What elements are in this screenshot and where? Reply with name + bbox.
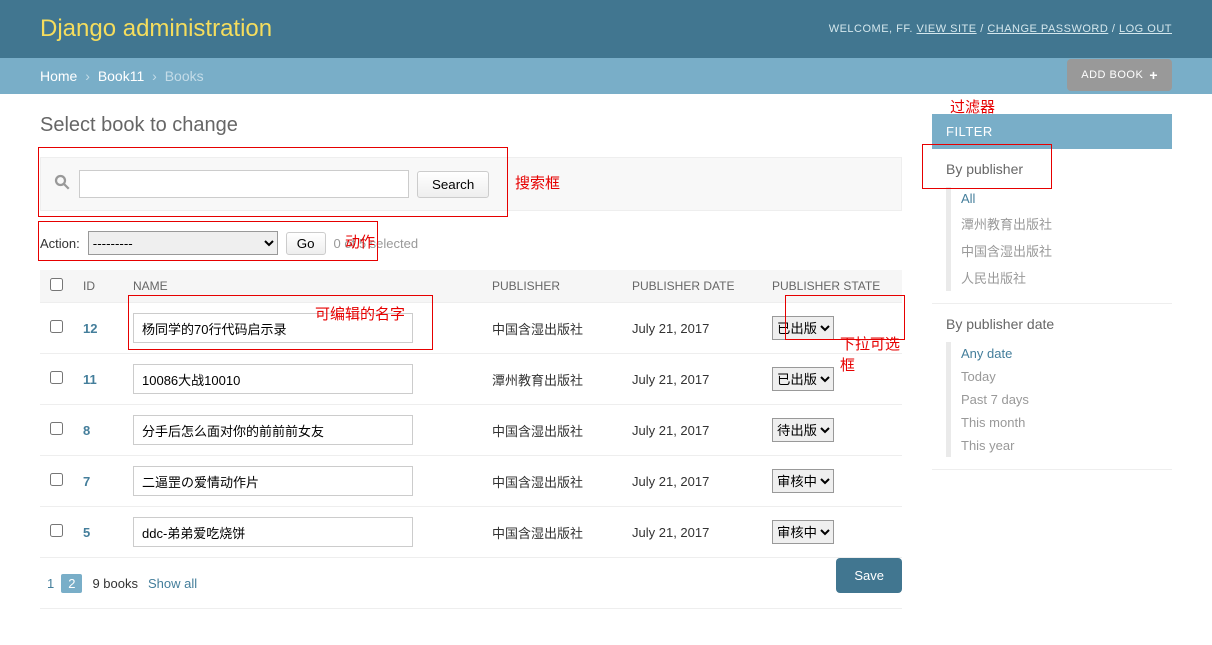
page-title: Select book to change: [40, 114, 902, 137]
actions-row: Action: --------- Go 0 of 5 selected: [40, 231, 902, 255]
date-cell: July 21, 2017: [622, 507, 762, 558]
col-state[interactable]: PUBLISHER STATE: [762, 270, 902, 303]
row-checkbox[interactable]: [50, 473, 63, 486]
welcome-text: WELCOME, FF.: [829, 23, 913, 35]
show-all-link[interactable]: Show all: [148, 576, 197, 591]
table-row: 5 中国含湿出版社 July 21, 2017 审核中: [40, 507, 902, 558]
page-1[interactable]: 1: [40, 574, 61, 593]
select-all-checkbox[interactable]: [50, 278, 63, 291]
search-button[interactable]: Search: [417, 171, 489, 198]
results-table: ID NAME PUBLISHER PUBLISHER DATE PUBLISH…: [40, 270, 902, 558]
book-count: 9 books: [92, 576, 138, 591]
breadcrumbs: Home › Book11 › Books: [0, 58, 1212, 94]
name-input[interactable]: [133, 313, 413, 343]
site-title: Django administration: [40, 15, 272, 43]
col-id[interactable]: ID: [73, 270, 123, 303]
add-book-button[interactable]: ADD BOOK +: [1067, 59, 1172, 91]
breadcrumb-home[interactable]: Home: [40, 68, 77, 84]
filter-item[interactable]: 潭州教育出版社: [961, 210, 1158, 237]
table-row: 11 潭州教育出版社 July 21, 2017 已出版: [40, 354, 902, 405]
id-link[interactable]: 11: [83, 372, 97, 387]
page-2: 2: [61, 574, 82, 593]
date-cell: July 21, 2017: [622, 303, 762, 354]
id-link[interactable]: 8: [83, 423, 90, 438]
header: Django administration WELCOME, FF. VIEW …: [0, 0, 1212, 58]
selected-count: 0 of 5 selected: [334, 236, 419, 251]
plus-icon: +: [1149, 67, 1158, 83]
name-input[interactable]: [133, 364, 413, 394]
col-date[interactable]: PUBLISHER DATE: [622, 270, 762, 303]
id-link[interactable]: 7: [83, 474, 90, 489]
col-publisher[interactable]: PUBLISHER: [482, 270, 622, 303]
filter-item[interactable]: This month: [961, 411, 1158, 434]
id-link[interactable]: 5: [83, 525, 90, 540]
publisher-cell: 中国含湿出版社: [482, 507, 622, 558]
id-link[interactable]: 12: [83, 321, 97, 336]
date-cell: July 21, 2017: [622, 405, 762, 456]
state-select[interactable]: 已出版: [772, 316, 834, 340]
col-name[interactable]: NAME: [123, 270, 482, 303]
filter-item[interactable]: Today: [961, 365, 1158, 388]
filter-by-publisher: By publisher All潭州教育出版社中国含湿出版社人民出版社: [932, 149, 1172, 304]
user-tools: WELCOME, FF. VIEW SITE / CHANGE PASSWORD…: [829, 23, 1172, 35]
state-select[interactable]: 已出版: [772, 367, 834, 391]
table-row: 7 中国含湿出版社 July 21, 2017 审核中: [40, 456, 902, 507]
filter-item[interactable]: This year: [961, 434, 1158, 457]
state-select[interactable]: 审核中: [772, 520, 834, 544]
filter-by-date: By publisher date Any dateTodayPast 7 da…: [932, 304, 1172, 470]
action-select[interactable]: ---------: [88, 231, 278, 255]
search-toolbar: Search: [40, 157, 902, 211]
filter-item[interactable]: Any date: [961, 342, 1158, 365]
publisher-cell: 潭州教育出版社: [482, 354, 622, 405]
row-checkbox[interactable]: [50, 422, 63, 435]
view-site-link[interactable]: VIEW SITE: [917, 23, 977, 35]
save-button[interactable]: Save: [836, 558, 902, 593]
search-icon: [53, 173, 71, 196]
publisher-cell: 中国含湿出版社: [482, 405, 622, 456]
change-password-link[interactable]: CHANGE PASSWORD: [987, 23, 1108, 35]
date-cell: July 21, 2017: [622, 354, 762, 405]
publisher-cell: 中国含湿出版社: [482, 303, 622, 354]
row-checkbox[interactable]: [50, 320, 63, 333]
row-checkbox[interactable]: [50, 371, 63, 384]
filter-item[interactable]: All: [961, 187, 1158, 210]
state-select[interactable]: 待出版: [772, 418, 834, 442]
paginator: 12 9 books Show all: [40, 576, 197, 591]
table-row: 12 中国含湿出版社 July 21, 2017 已出版: [40, 303, 902, 354]
breadcrumb-app[interactable]: Book11: [98, 68, 144, 84]
filter-item[interactable]: Past 7 days: [961, 388, 1158, 411]
table-row: 8 中国含湿出版社 July 21, 2017 待出版: [40, 405, 902, 456]
search-input[interactable]: [79, 170, 409, 198]
filter-heading: FILTER: [932, 114, 1172, 149]
name-input[interactable]: [133, 517, 413, 547]
date-cell: July 21, 2017: [622, 456, 762, 507]
breadcrumb-model: Books: [165, 68, 204, 84]
logout-link[interactable]: LOG OUT: [1119, 23, 1172, 35]
filter-item[interactable]: 中国含湿出版社: [961, 237, 1158, 264]
action-label: Action:: [40, 236, 80, 251]
name-input[interactable]: [133, 466, 413, 496]
state-select[interactable]: 审核中: [772, 469, 834, 493]
row-checkbox[interactable]: [50, 524, 63, 537]
go-button[interactable]: Go: [286, 232, 326, 255]
filter-item[interactable]: 人民出版社: [961, 264, 1158, 291]
name-input[interactable]: [133, 415, 413, 445]
publisher-cell: 中国含湿出版社: [482, 456, 622, 507]
